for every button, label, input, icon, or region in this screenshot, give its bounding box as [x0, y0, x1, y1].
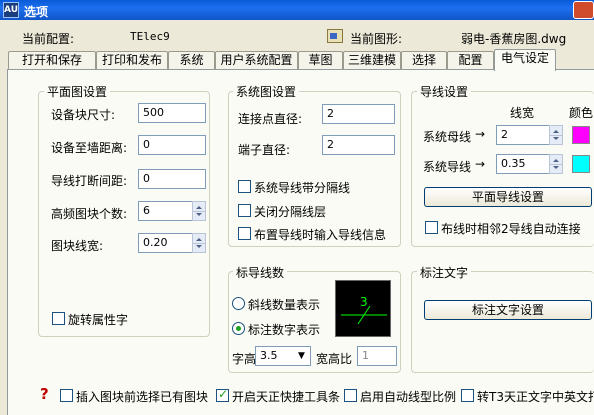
sys-bus-width-spinner[interactable]: [549, 125, 563, 145]
wall-distance-input[interactable]: 0: [138, 135, 206, 155]
input-wire-info-checkbox[interactable]: [238, 227, 251, 240]
sys-wire-label: 系统导线: [423, 160, 472, 174]
current-drawing-label: 当前图形:: [350, 32, 403, 46]
wire-count-title: 标导线数: [233, 264, 288, 281]
text-height-value: 3.5: [260, 349, 278, 362]
sys-bus-width-input[interactable]: 2: [496, 125, 550, 145]
color-column-header: 颜色: [569, 106, 594, 120]
help-icon[interactable]: ?: [40, 385, 49, 403]
current-profile-value: TElec9: [130, 30, 170, 43]
block-size-input[interactable]: 500: [138, 103, 206, 123]
current-drawing-value: 弱电-香蕉房图.dwg: [461, 32, 567, 46]
hf-block-count-spinner[interactable]: [192, 201, 206, 221]
number-count-radio[interactable]: [232, 322, 245, 335]
width-column-header: 线宽: [510, 106, 535, 120]
input-wire-info-label: 布置导线时输入导线信息: [254, 228, 387, 242]
tab-open-save[interactable]: 打开和保存: [8, 51, 96, 70]
close-button[interactable]: [573, 1, 594, 19]
rotate-attr-checkbox[interactable]: [52, 312, 65, 325]
drawing-icon: [327, 29, 343, 43]
line-width-spinner[interactable]: [192, 233, 206, 253]
plan-wire-settings-button[interactable]: 平面导线设置: [424, 187, 592, 207]
line-width-input[interactable]: 0.20: [138, 233, 193, 253]
wire-count-preview-number: 3: [360, 295, 368, 309]
node-diameter-label: 连接点直径:: [238, 112, 303, 126]
wall-distance-label: 设备至墙距离:: [51, 141, 128, 155]
tab-selection[interactable]: 选择: [401, 51, 447, 70]
aspect-ratio-label: 宽高比: [316, 352, 353, 366]
tab-profiles[interactable]: 配置: [447, 51, 494, 70]
block-size-label: 设备块尺寸:: [51, 108, 116, 122]
window-title: 选项: [24, 5, 49, 19]
sys-wire-arrow-icon: →: [475, 157, 486, 171]
plan-settings-title: 平面图设置: [44, 83, 111, 100]
current-profile-label: 当前配置:: [22, 32, 75, 46]
tab-user-preferences[interactable]: 用户系统配置: [215, 51, 298, 70]
system-settings-title: 系统图设置: [233, 83, 300, 100]
tab-electrical-settings[interactable]: 电气设定: [494, 49, 556, 71]
line-width-label: 图块线宽:: [51, 239, 104, 253]
hf-block-count-input[interactable]: 6: [138, 201, 193, 221]
toolbar-checkbox[interactable]: [216, 387, 229, 402]
wire-settings-title: 导线设置: [417, 83, 472, 100]
chevron-down-icon: ▼: [298, 351, 305, 361]
wire-count-preview-graphic: [341, 305, 387, 325]
annotation-text-group: [411, 271, 594, 373]
terminal-diameter-input[interactable]: 2: [322, 135, 395, 155]
t3-text-label: 转T3天正文字中英文打: [477, 390, 594, 404]
sys-bus-arrow-icon: →: [475, 127, 486, 141]
sys-wire-width-input[interactable]: 0.35: [496, 154, 550, 174]
tab-3d-modeling[interactable]: 三维建模: [343, 51, 401, 70]
slash-count-label: 斜线数量表示: [248, 298, 321, 312]
node-diameter-input[interactable]: 2: [322, 104, 395, 124]
annotation-text-settings-button[interactable]: 标注文字设置: [424, 300, 592, 320]
sys-wire-width-spinner[interactable]: [549, 154, 563, 174]
auto-linetype-checkbox[interactable]: [344, 389, 357, 402]
rotate-attr-label: 旋转属性字: [68, 313, 129, 327]
wire-count-preview: 3: [335, 280, 391, 337]
annotation-text-title: 标注文字: [417, 264, 472, 281]
insert-select-label: 插入图块前选择已有图块: [76, 390, 209, 404]
break-gap-input[interactable]: 0: [138, 169, 206, 189]
insert-select-checkbox[interactable]: [60, 389, 73, 402]
hf-block-count-label: 高频图块个数:: [51, 207, 128, 221]
t3-text-checkbox[interactable]: [461, 389, 474, 402]
app-icon: AU: [3, 2, 19, 18]
tab-drafting[interactable]: 草图: [298, 51, 343, 70]
terminal-diameter-label: 端子直径:: [238, 143, 291, 157]
close-separator-layer-checkbox[interactable]: [238, 204, 251, 217]
number-count-label: 标注数字表示: [248, 323, 321, 337]
auto-linetype-label: 启用自动线型比例: [360, 390, 457, 404]
sys-wire-separator-checkbox[interactable]: [238, 180, 251, 193]
sys-bus-label: 系统母线: [423, 130, 472, 144]
tab-plot-publish[interactable]: 打印和发布: [96, 51, 168, 70]
tab-system[interactable]: 系统: [168, 51, 215, 70]
sys-wire-separator-label: 系统导线带分隔线: [254, 181, 351, 195]
text-height-label: 字高: [232, 352, 257, 366]
toolbar-label: 开启天正快捷工具条: [232, 390, 341, 404]
text-height-select[interactable]: 3.5 ▼: [255, 346, 311, 366]
auto-connect-label: 布线时相邻2导线自动连接: [441, 222, 581, 236]
sys-wire-color-swatch[interactable]: [572, 155, 590, 173]
sys-bus-color-swatch[interactable]: [572, 126, 590, 144]
close-separator-layer-label: 关闭分隔线层: [254, 205, 327, 219]
slash-count-radio[interactable]: [232, 297, 245, 310]
break-gap-label: 导线打断间距:: [51, 174, 128, 188]
auto-connect-checkbox[interactable]: [425, 221, 438, 234]
title-bar: AU 选项: [0, 0, 594, 20]
aspect-ratio-input[interactable]: 1: [357, 346, 397, 366]
